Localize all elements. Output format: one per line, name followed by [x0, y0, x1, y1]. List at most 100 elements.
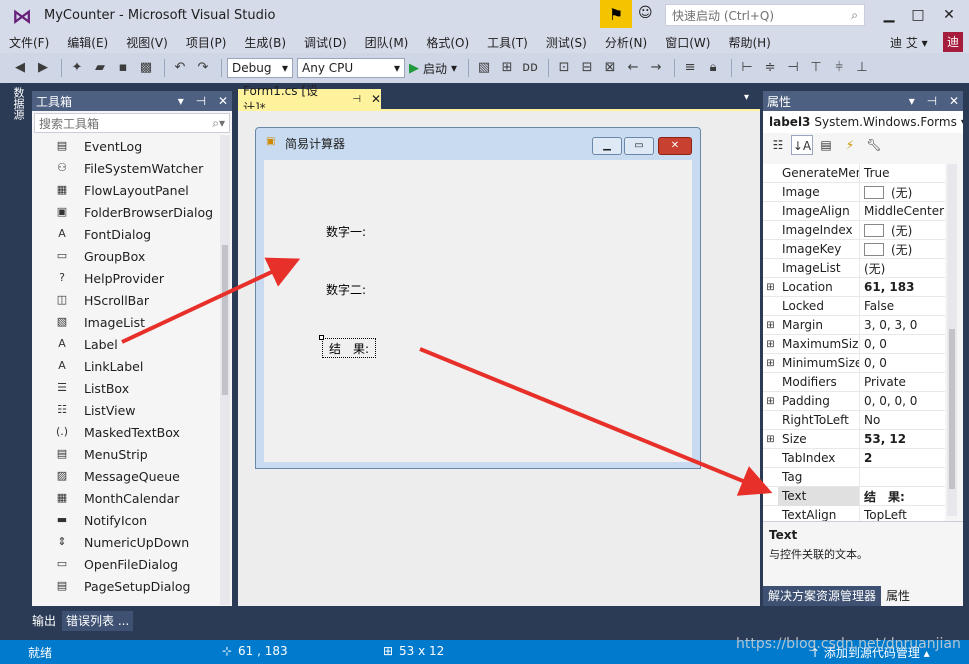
form-client-area[interactable]: 数字一: 数字二: 结 果: — [264, 160, 692, 462]
property-value[interactable]: (无) — [860, 222, 945, 239]
property-row[interactable]: ⊞ MaximumSize 0, 0 — [763, 334, 945, 354]
menu-item-11[interactable]: 窗口(W) — [656, 34, 719, 51]
toolbox-item[interactable]: ▤ EventLog — [32, 135, 218, 157]
toolbox-item[interactable]: ▬ NotifyIcon — [32, 509, 218, 531]
property-row[interactable]: ⊞ Size 53, 12 — [763, 429, 945, 449]
property-row[interactable]: GenerateMen True — [763, 163, 945, 183]
property-row[interactable]: Image (无) — [763, 182, 945, 202]
property-value[interactable]: False — [860, 299, 945, 313]
menu-item-10[interactable]: 分析(N) — [596, 34, 656, 51]
property-value[interactable]: 0, 0 — [860, 337, 945, 351]
property-value[interactable]: (无) — [860, 241, 945, 258]
pin-icon[interactable]: ⊣ — [927, 94, 937, 108]
align-right-icon[interactable]: ⊣ — [783, 58, 803, 78]
property-value[interactable]: True — [860, 166, 945, 180]
format-icon[interactable]: ᴅᴅ — [520, 58, 540, 78]
property-row[interactable]: ImageIndex (无) — [763, 220, 945, 240]
categorized-icon[interactable]: ☷ — [767, 135, 789, 155]
minimize-button[interactable]: ▁ — [876, 4, 902, 26]
toolbox-item[interactable]: ☰ ListBox — [32, 377, 218, 399]
undo-icon[interactable]: ↶ — [170, 58, 190, 78]
chevron-down-icon[interactable]: ▾ — [909, 94, 915, 108]
tab-form1-designer[interactable]: Form1.cs [设计]* ⊣ ✕ — [238, 84, 381, 115]
toolbox-scrollbar[interactable] — [220, 135, 230, 605]
quick-launch-input[interactable]: 快速启动 (Ctrl+Q) ⌕ — [665, 4, 865, 26]
toolbox-item[interactable]: A FontDialog — [32, 223, 218, 245]
property-row[interactable]: ImageKey (无) — [763, 239, 945, 259]
label-result[interactable]: 结 果: — [322, 338, 377, 358]
toolbox-item[interactable]: ⇕ NumericUpDown — [32, 531, 218, 553]
close-icon[interactable]: ✕ — [949, 94, 959, 108]
navigate-back-icon[interactable]: ◀ — [10, 58, 30, 78]
solution-configuration-select[interactable]: Debug ▾ — [227, 58, 293, 78]
property-value[interactable]: 3, 0, 3, 0 — [860, 318, 945, 332]
expand-icon[interactable]: ⊞ — [763, 320, 778, 331]
property-row[interactable]: Locked False — [763, 296, 945, 316]
lock-icon[interactable]: 🔒︎ — [703, 58, 723, 78]
bookmark-next-icon[interactable]: ⊠ — [600, 58, 620, 78]
menu-item-9[interactable]: 测试(S) — [537, 34, 596, 51]
arrow-left-icon[interactable]: ← — [623, 58, 643, 78]
save-all-icon[interactable]: ▩ — [136, 58, 156, 78]
align-bottom-icon[interactable]: ⊥ — [852, 58, 872, 78]
menu-item-7[interactable]: 格式(O) — [417, 34, 478, 51]
expand-icon[interactable]: ⊞ — [763, 358, 778, 369]
label-number-one[interactable]: 数字一: — [326, 223, 366, 240]
align-left-icon[interactable]: ⊢ — [737, 58, 757, 78]
new-project-icon[interactable]: ✦ — [67, 58, 87, 78]
toolbox-item[interactable]: ▭ GroupBox — [32, 245, 218, 267]
property-row[interactable]: RightToLeft No — [763, 410, 945, 430]
bookmark-prev-icon[interactable]: ⊟ — [577, 58, 597, 78]
property-row[interactable]: ⊞ MinimumSize 0, 0 — [763, 353, 945, 373]
property-value[interactable]: No — [860, 413, 945, 427]
expand-icon[interactable]: ⊞ — [763, 434, 778, 445]
redo-icon[interactable]: ↷ — [193, 58, 213, 78]
tab-solution-explorer[interactable]: 解决方案资源管理器 — [763, 586, 882, 606]
property-value[interactable]: (无) — [860, 184, 945, 201]
selection-handle[interactable] — [319, 335, 324, 340]
label-number-two[interactable]: 数字二: — [326, 281, 366, 298]
toolbox-item[interactable]: A Label — [32, 333, 218, 355]
toolbox-item[interactable]: ☷ ListView — [32, 399, 218, 421]
feedback-icon[interactable]: ☺ — [638, 5, 653, 21]
property-value[interactable]: 53, 12 — [860, 432, 945, 446]
toolbox-item[interactable]: A LinkLabel — [32, 355, 218, 377]
property-row[interactable]: TabIndex 2 — [763, 448, 945, 468]
toolbox-item[interactable]: ▣ FolderBrowserDialog — [32, 201, 218, 223]
form-minimize-button[interactable]: ▁ — [592, 137, 622, 155]
menu-item-12[interactable]: 帮助(H) — [719, 34, 779, 51]
form-maximize-button[interactable]: ▭ — [624, 137, 654, 155]
menu-item-0[interactable]: 文件(F) — [0, 34, 58, 51]
toolbox-item[interactable]: ▧ ImageList — [32, 311, 218, 333]
maximize-button[interactable]: □ — [905, 4, 931, 26]
scrollbar-thumb[interactable] — [949, 329, 955, 489]
properties-scrollbar[interactable] — [947, 164, 957, 516]
user-account-menu[interactable]: 迪 艾 ▾ — [890, 34, 928, 51]
property-row[interactable]: ImageList (无) — [763, 258, 945, 278]
close-icon[interactable]: ✕ — [218, 94, 228, 108]
events-icon[interactable]: ⚡ — [839, 135, 861, 155]
browser-link-icon[interactable]: ▧ — [474, 58, 494, 78]
toolbox-item[interactable]: ▤ MenuStrip — [32, 443, 218, 465]
expand-icon[interactable]: ⊞ — [763, 339, 778, 350]
bookmark-icon[interactable]: ⊡ — [554, 58, 574, 78]
toolbox-item[interactable]: ▤ PageSetupDialog — [32, 575, 218, 597]
pin-icon[interactable]: ⊣ — [196, 94, 206, 108]
document-list-dropdown-icon[interactable]: ▾ — [744, 92, 749, 103]
property-row[interactable]: Tag — [763, 467, 945, 487]
menu-item-4[interactable]: 生成(B) — [235, 34, 295, 51]
close-tab-icon[interactable]: ✕ — [371, 92, 381, 106]
property-value[interactable]: TopLeft — [860, 508, 945, 522]
menu-item-3[interactable]: 项目(P) — [177, 34, 236, 51]
toolbox-item[interactable]: ▦ FlowLayoutPanel — [32, 179, 218, 201]
solution-platform-select[interactable]: Any CPU ▾ — [297, 58, 405, 78]
menu-item-6[interactable]: 团队(M) — [356, 34, 418, 51]
property-value[interactable]: 2 — [860, 451, 945, 465]
chevron-down-icon[interactable]: ▾ — [178, 94, 184, 108]
property-pages-icon[interactable]: 🔧︎ — [863, 135, 885, 155]
toolbox-item[interactable]: ◫ HScrollBar — [32, 289, 218, 311]
save-icon[interactable]: ▪ — [113, 58, 133, 78]
tab-properties[interactable]: 属性 — [881, 586, 916, 606]
toolbox-item[interactable]: ▭ OpenFileDialog — [32, 553, 218, 575]
property-value[interactable]: 0, 0, 0, 0 — [860, 394, 945, 408]
